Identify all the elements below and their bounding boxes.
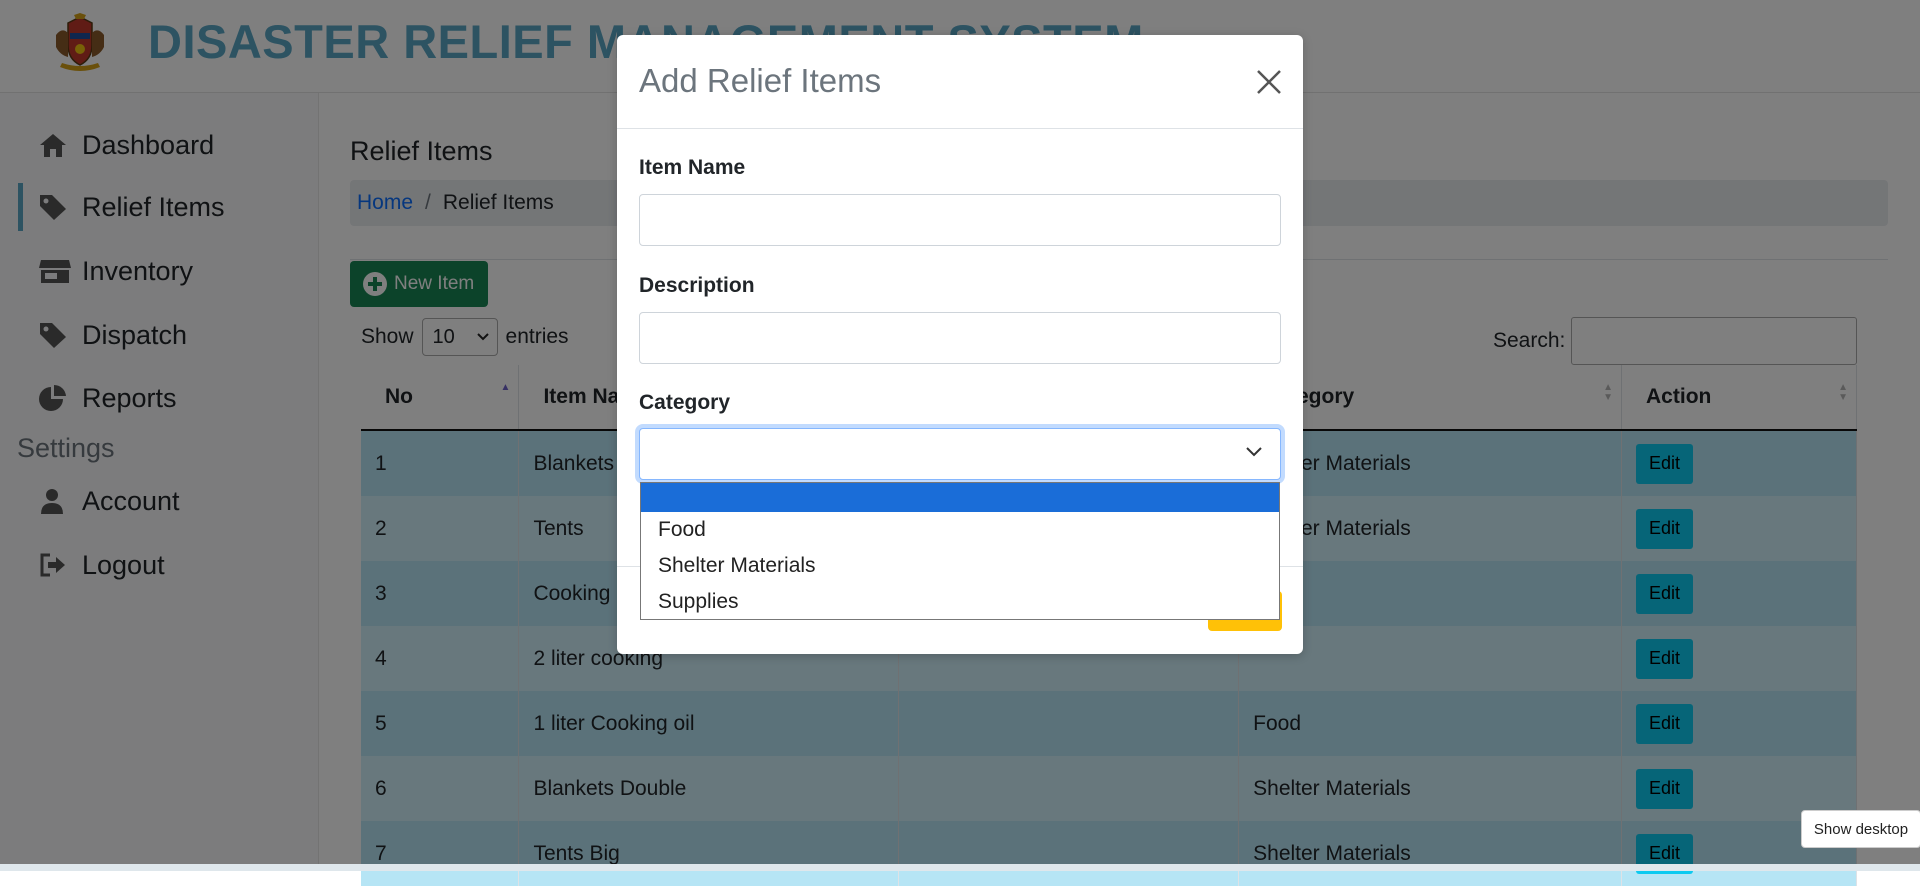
close-icon[interactable]: [1253, 66, 1285, 98]
category-option-shelter-materials[interactable]: Shelter Materials: [641, 551, 1279, 581]
item-name-label: Item Name: [639, 156, 746, 179]
category-option-food[interactable]: Food: [641, 515, 1279, 545]
modal-header: Add Relief Items: [617, 35, 1303, 129]
description-input[interactable]: [639, 312, 1281, 364]
taskbar-edge: [0, 864, 1920, 871]
chevron-down-icon: [1246, 447, 1262, 457]
category-label: Category: [639, 391, 731, 414]
modal-title: Add Relief Items: [639, 62, 882, 99]
category-option-supplies[interactable]: Supplies: [641, 587, 1279, 617]
item-name-input[interactable]: [639, 194, 1281, 246]
show-desktop-tooltip[interactable]: Show desktop: [1801, 810, 1920, 848]
category-dropdown-list: Food Shelter Materials Supplies: [640, 482, 1280, 620]
category-select[interactable]: [639, 428, 1281, 480]
description-label: Description: [639, 274, 755, 297]
category-option-empty[interactable]: [641, 483, 1279, 512]
